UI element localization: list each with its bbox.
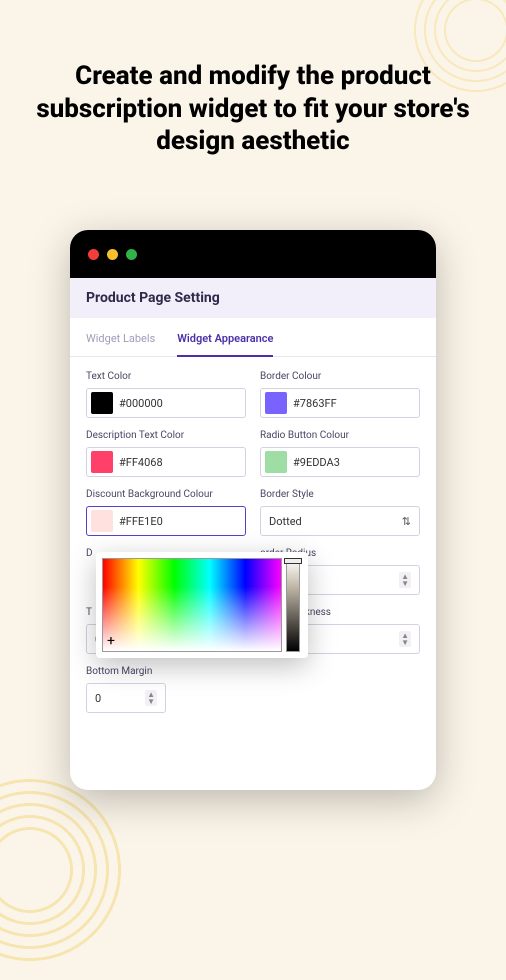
page-title: Product Page Setting	[70, 278, 436, 318]
tab-widget-appearance[interactable]: Widget Appearance	[177, 332, 273, 357]
value-border-colour: #7863FF	[293, 397, 337, 410]
select-border-style[interactable]: Dotted ⇅	[260, 506, 420, 536]
input-border-colour[interactable]: #7863FF	[260, 388, 420, 418]
form-area: Text Color #000000 Border Colour #7863FF…	[70, 357, 436, 745]
window-maximize-dot[interactable]	[126, 249, 137, 260]
swatch-border-colour	[265, 392, 287, 414]
chevron-down-icon[interactable]: ▼	[401, 639, 409, 646]
value-description-text-color: #FF4068	[119, 456, 163, 469]
stepper-border-thickness[interactable]: ▲▼	[399, 631, 411, 647]
label-radio-button-colour: Radio Button Colour	[260, 430, 420, 441]
page-headline: Create and modify the product subscripti…	[0, 60, 506, 158]
stepper-bottom-margin[interactable]: ▲▼	[145, 690, 157, 706]
window-close-dot[interactable]	[88, 249, 99, 260]
label-text-color: Text Color	[86, 371, 246, 382]
chevron-down-icon[interactable]: ▼	[147, 698, 155, 705]
color-picker-marker-icon[interactable]: +	[107, 635, 119, 647]
color-picker-slider-handle[interactable]	[284, 558, 302, 564]
decorative-circles-bottom	[0, 760, 140, 980]
swatch-description-text-color	[91, 451, 113, 473]
tab-widget-labels[interactable]: Widget Labels	[86, 332, 155, 356]
window-minimize-dot[interactable]	[107, 249, 118, 260]
input-description-text-color[interactable]: #FF4068	[86, 447, 246, 477]
swatch-discount-bg-colour	[91, 510, 113, 532]
value-radio-button-colour: #9EDDA3	[293, 456, 340, 469]
label-description-text-color: Description Text Color	[86, 430, 246, 441]
value-bottom-margin: 0	[95, 692, 101, 705]
color-picker-gradient[interactable]: +	[102, 558, 282, 652]
value-text-color: #000000	[119, 397, 163, 410]
input-bottom-margin[interactable]: 0 ▲▼	[86, 683, 166, 713]
label-discount-bg-colour: Discount Background Colour	[86, 489, 246, 500]
app-window: Product Page Setting Widget Labels Widge…	[70, 230, 436, 790]
label-bottom-margin: Bottom Margin	[86, 666, 166, 677]
label-border-style: Border Style	[260, 489, 420, 500]
chevron-down-icon[interactable]: ▼	[401, 580, 409, 587]
stepper-border-radius[interactable]: ▲▼	[399, 572, 411, 588]
value-discount-bg-colour: #FFE1E0	[119, 515, 163, 528]
chevron-updown-icon: ⇅	[402, 515, 411, 528]
label-border-colour: Border Colour	[260, 371, 420, 382]
input-discount-bg-colour[interactable]: #FFE1E0	[86, 506, 246, 536]
swatch-radio-button-colour	[265, 451, 287, 473]
tabs-bar: Widget Labels Widget Appearance	[70, 318, 436, 357]
input-radio-button-colour[interactable]: #9EDDA3	[260, 447, 420, 477]
swatch-text-color	[91, 392, 113, 414]
window-titlebar	[70, 230, 436, 278]
value-border-style: Dotted	[269, 515, 302, 528]
input-text-color[interactable]: #000000	[86, 388, 246, 418]
color-picker-lightness-slider[interactable]	[286, 558, 300, 652]
color-picker-popup: +	[96, 552, 308, 658]
